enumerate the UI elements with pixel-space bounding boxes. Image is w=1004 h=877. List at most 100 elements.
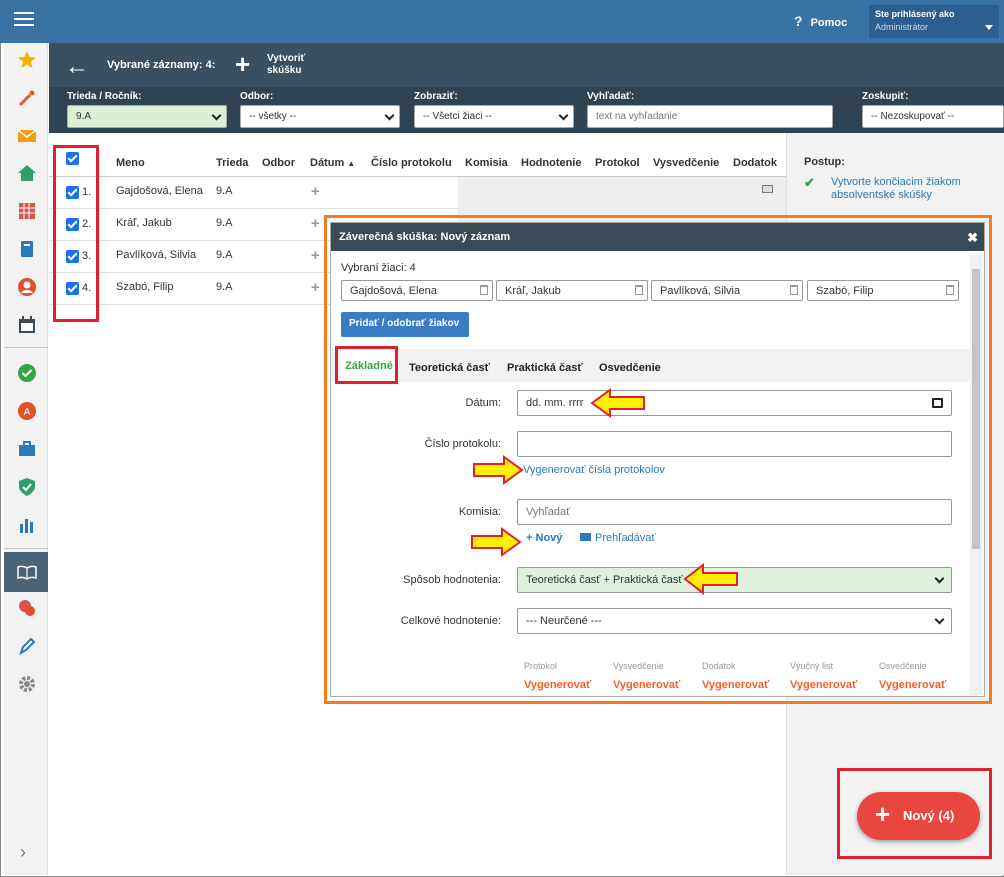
gear-icon[interactable] — [17, 674, 37, 694]
briefcase-icon[interactable] — [17, 439, 37, 459]
protocol-number-label: Číslo protokolu: — [424, 438, 501, 450]
check-circle-icon[interactable] — [17, 363, 37, 383]
document-label-protocol: Protokol — [524, 661, 558, 671]
user-menu-title: Ste prihlásený ako — [875, 9, 955, 19]
tab-certificate[interactable]: Osvedčenie — [599, 362, 661, 374]
plus-icon[interactable]: + — [235, 51, 250, 77]
card-icon[interactable] — [762, 185, 773, 193]
column-header-certificate[interactable]: Vysvedčenie — [653, 151, 719, 177]
show-select[interactable]: -- Všetci žiaci -- — [414, 105, 574, 128]
timetable-icon[interactable] — [17, 201, 37, 221]
mail-icon[interactable] — [17, 126, 37, 146]
scrollbar-thumb[interactable] — [972, 269, 980, 549]
dialog-title: Záverečná skúška: Nový záznam — [339, 231, 511, 243]
new-record-button[interactable]: + Nový (4) — [857, 792, 980, 840]
column-header-supplement[interactable]: Dodatok — [733, 151, 777, 177]
pen-icon[interactable] — [17, 636, 37, 656]
column-header-class[interactable]: Trieda — [216, 151, 248, 177]
overall-rating-select[interactable]: --- Neurčené --- — [517, 608, 952, 634]
show-filter-label: Zobraziť: — [414, 91, 458, 102]
create-exam-button[interactable]: Vytvoriť skúšku — [267, 53, 317, 77]
grade-icon[interactable]: A — [17, 401, 37, 421]
new-record-label: Nový (4) — [903, 808, 955, 823]
selected-student-chip: Kráľ, Jakub — [496, 280, 648, 301]
nav-divider — [4, 548, 48, 549]
chat-icon[interactable] — [17, 598, 37, 618]
home-icon[interactable] — [17, 163, 37, 183]
generate-supplement-link[interactable]: Vygenerovať — [702, 679, 769, 691]
star-icon[interactable] — [17, 50, 37, 70]
new-link-label: Nový — [535, 532, 563, 544]
column-header-branch[interactable]: Odbor — [262, 151, 295, 177]
folder-open-icon — [580, 533, 591, 541]
table-row[interactable]: 1. Gajdošová, Elena 9.A + — [49, 177, 786, 209]
document-label-apprenticeship: Výučný list — [790, 661, 834, 671]
help-button[interactable]: ? Pomoc — [794, 13, 847, 29]
trash-icon[interactable] — [946, 285, 954, 295]
question-icon: ? — [794, 13, 803, 29]
chevron-down-icon — [985, 25, 993, 30]
branch-select[interactable]: -- všetky -- — [240, 105, 400, 128]
checkbox-highlight-annotation — [53, 145, 99, 322]
student-class: 9.A — [216, 281, 233, 293]
group-select[interactable]: -- Nezoskupovať -- — [862, 105, 1004, 128]
user-menu[interactable]: Ste prihlásený ako Administrátor — [869, 5, 999, 38]
tab-practical[interactable]: Praktická časť — [507, 362, 583, 374]
expand-sidebar-icon[interactable]: › — [20, 842, 26, 863]
plus-icon: + — [875, 799, 891, 829]
hamburger-menu-icon[interactable] — [14, 12, 34, 29]
column-header-date[interactable]: Dátum ▲ — [310, 151, 355, 177]
back-arrow-icon[interactable]: ← — [65, 53, 89, 81]
browse-commission-link[interactable]: Prehľadávať — [580, 532, 656, 544]
protocol-number-input[interactable] — [517, 431, 952, 457]
calendar-icon[interactable] — [17, 315, 37, 335]
generate-apprenticeship-link[interactable]: Vygenerovať — [790, 679, 857, 691]
selected-records-label: Vybrané záznamy: 4: — [107, 59, 216, 71]
branch-filter: Odbor: -- všetky -- — [240, 91, 400, 128]
generate-protocol-link[interactable]: Vygenerovať — [524, 679, 591, 691]
student-chip-name: Gajdošová, Elena — [350, 285, 437, 297]
trash-icon[interactable] — [480, 285, 488, 295]
add-remove-students-button[interactable]: Pridať / odobrať žiakov — [341, 312, 469, 337]
add-date-icon[interactable]: + — [311, 279, 320, 296]
generate-certificate-link[interactable]: Vygenerovať — [613, 679, 680, 691]
student-chip-name: Kráľ, Jakub — [505, 285, 561, 297]
trash-icon[interactable] — [635, 285, 643, 295]
dialog-scrollbar[interactable] — [970, 255, 982, 695]
magic-wand-icon[interactable] — [17, 88, 37, 108]
filter-bar: Trieda / Ročník: 9.A Odbor: -- všetky --… — [49, 87, 1004, 133]
class-select[interactable]: 9.A — [67, 105, 227, 128]
steps-title: Postup: — [804, 156, 845, 168]
add-date-icon[interactable]: + — [311, 247, 320, 264]
open-book-icon[interactable] — [17, 562, 37, 582]
column-header-protocol[interactable]: Protokol — [595, 151, 640, 177]
trash-icon[interactable] — [790, 285, 798, 295]
student-name: Gajdošová, Elena — [116, 185, 203, 197]
generate-protocol-numbers-link[interactable]: Vygenerovať čísla protokolov — [523, 464, 665, 476]
search-input[interactable]: text na vyhľadanie — [587, 105, 833, 128]
column-header-protocol-number[interactable]: Číslo protokolu — [371, 151, 452, 177]
generate-diploma-link[interactable]: Vygenerovať — [879, 679, 946, 691]
close-icon[interactable]: ✖ — [967, 230, 978, 246]
tab-theoretical[interactable]: Teoretická časť — [409, 362, 490, 374]
calendar-icon[interactable] — [932, 398, 943, 408]
column-header-name[interactable]: Meno — [116, 151, 145, 177]
left-navigation: A — [4, 43, 48, 875]
statistics-icon[interactable] — [17, 515, 37, 535]
student-icon[interactable] — [17, 277, 37, 297]
commission-search-input[interactable]: Vyhľadať — [517, 499, 952, 525]
new-commission-link[interactable]: + Nový — [526, 532, 562, 544]
help-label: Pomoc — [810, 17, 848, 29]
sort-asc-icon: ▲ — [347, 159, 356, 168]
group-select-value: -- Nezoskupovať -- — [871, 111, 955, 122]
step-link[interactable]: Vytvorte končiacim žiakom absolventské s… — [831, 176, 981, 202]
add-date-icon[interactable]: + — [311, 215, 320, 232]
add-date-icon[interactable]: + — [311, 183, 320, 200]
top-bar: ? Pomoc Ste prihlásený ako Administrátor — [0, 0, 1004, 43]
class-book-icon[interactable] — [17, 239, 37, 259]
column-header-commission[interactable]: Komisia — [465, 151, 508, 177]
date-input[interactable]: dd. mm. rrrr — [517, 390, 952, 416]
column-header-rating[interactable]: Hodnotenie — [521, 151, 582, 177]
shield-icon[interactable] — [17, 477, 37, 497]
chevron-down-icon — [211, 110, 222, 121]
